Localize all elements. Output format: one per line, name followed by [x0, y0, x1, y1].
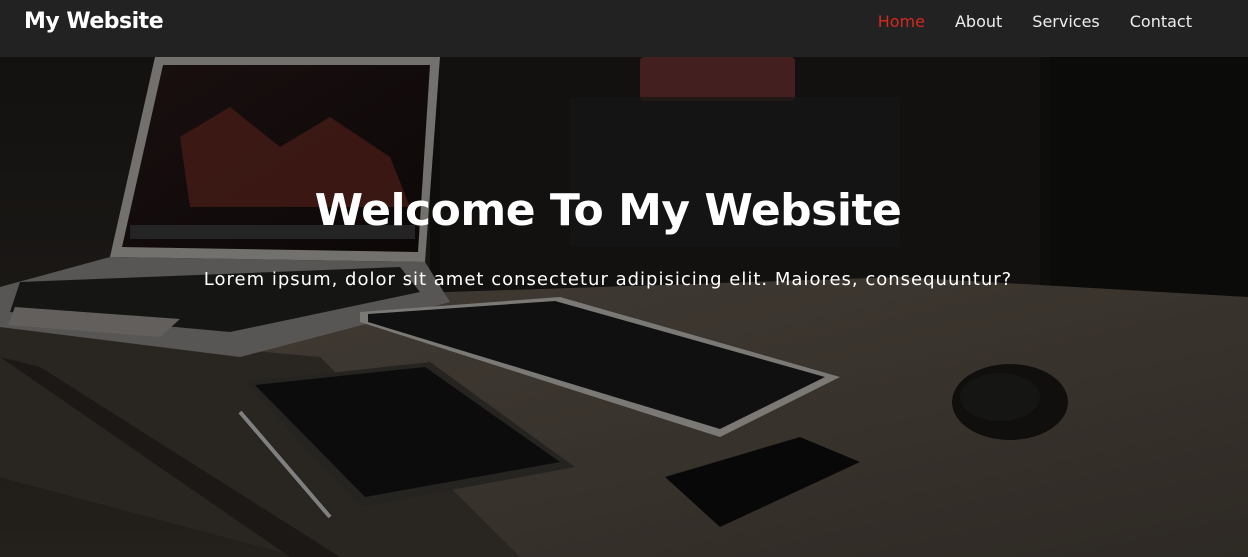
- nav-links: Home About Services Contact: [878, 12, 1192, 31]
- nav-link-home[interactable]: Home: [878, 12, 925, 31]
- navbar: My Website Home About Services Contact: [0, 0, 1248, 57]
- nav-link-services[interactable]: Services: [1032, 12, 1099, 31]
- nav-link-contact[interactable]: Contact: [1130, 12, 1192, 31]
- hero-background-image: [0, 57, 1248, 557]
- hero-subtitle: Lorem ipsum, dolor sit amet consectetur …: [203, 269, 1013, 290]
- hero-title: Welcome To My Website: [314, 185, 902, 236]
- nav-link-about[interactable]: About: [955, 12, 1002, 31]
- site-brand[interactable]: My Website: [24, 9, 164, 34]
- hero-section: Welcome To My Website Lorem ipsum, dolor…: [0, 57, 1248, 557]
